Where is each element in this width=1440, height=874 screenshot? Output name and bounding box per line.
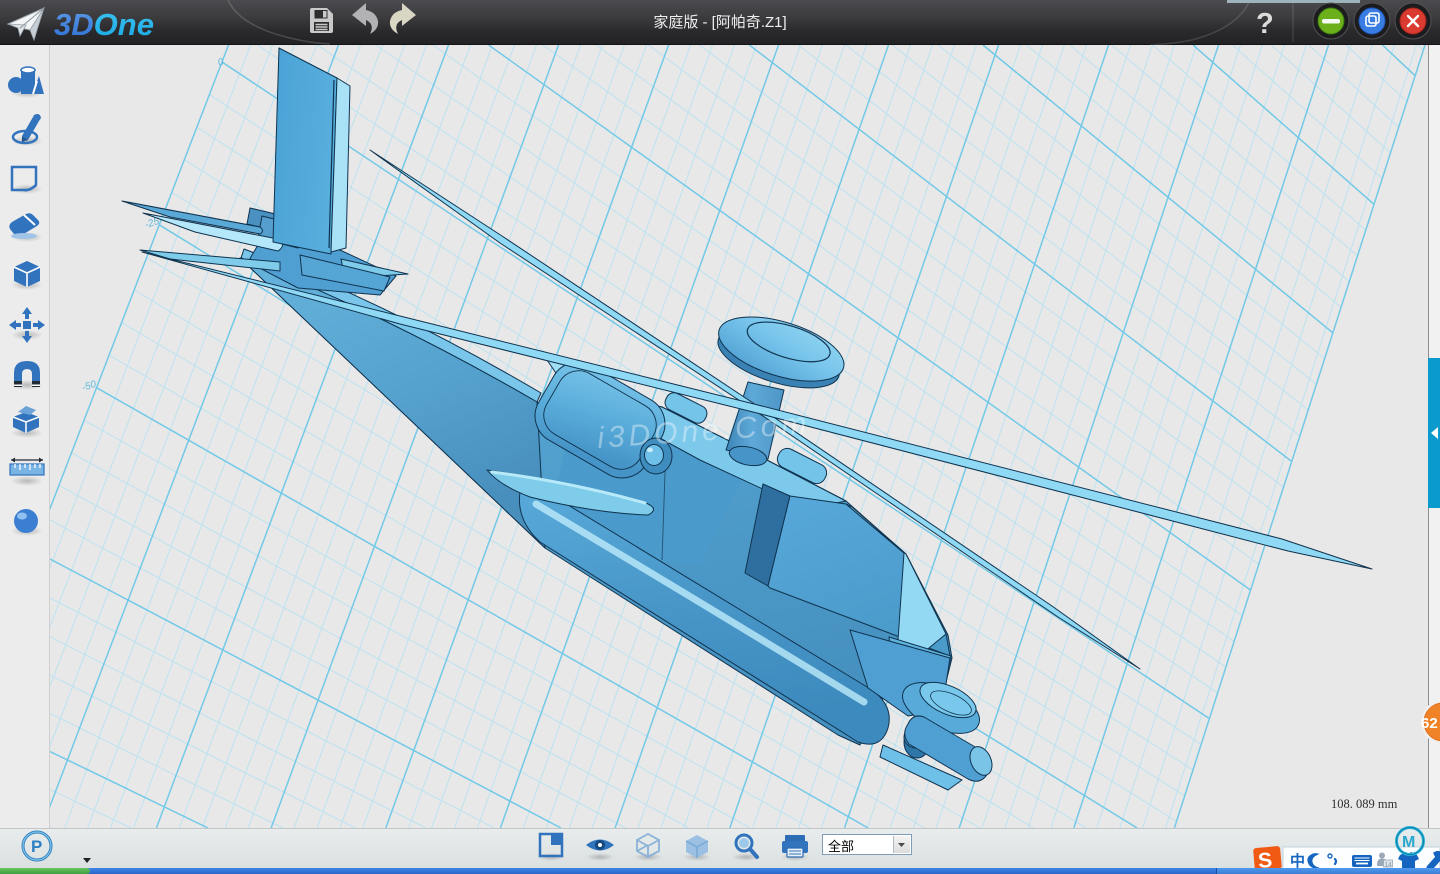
svg-text:P: P xyxy=(31,837,42,856)
svg-text:中: 中 xyxy=(1290,852,1305,869)
svg-text:M: M xyxy=(1402,834,1415,851)
svg-text:62: 62 xyxy=(1421,715,1438,732)
svg-text:S: S xyxy=(1257,849,1273,869)
